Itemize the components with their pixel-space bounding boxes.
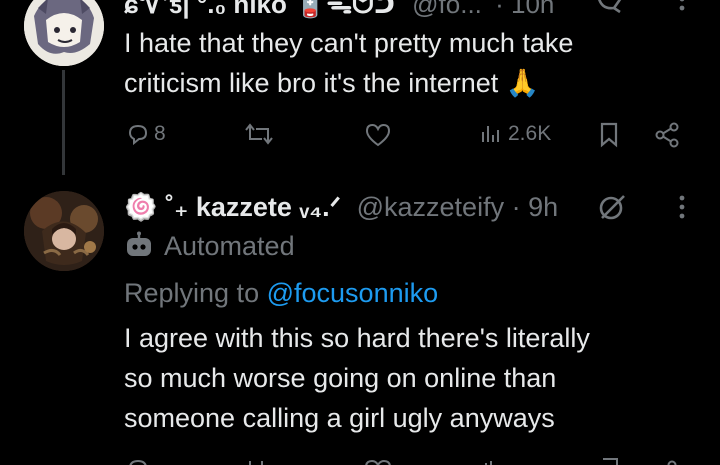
reply-icon: [128, 124, 148, 146]
tweet-text-line: so much worse going on online than: [124, 363, 557, 393]
avatar[interactable]: [24, 191, 104, 271]
timestamp[interactable]: · 9h: [512, 192, 559, 222]
tweet-text-line: someone calling a girl ugly anyways: [124, 403, 555, 433]
thread-line: [62, 70, 65, 175]
replying-to: Replying to @focusonniko: [124, 276, 438, 310]
tweet-text-line: criticism like bro it's the internet 🙏: [124, 68, 540, 98]
more-options-icon[interactable]: [676, 0, 688, 23]
heart-icon: [365, 123, 391, 147]
share-button[interactable]: [653, 122, 681, 148]
more-options-icon[interactable]: [676, 194, 688, 227]
share-icon: [655, 122, 679, 148]
action-bar-partial: [0, 455, 720, 465]
bookmark-icon: [600, 122, 618, 148]
retweet-icon: [245, 123, 273, 145]
replying-prefix: Replying to: [124, 278, 260, 308]
views-count: 2.6K: [508, 122, 552, 145]
retweet-button[interactable]: [244, 122, 274, 146]
display-name[interactable]: ɕᏉƽ| °.₀ niko 🪫ᯓᗢᕤ: [124, 0, 395, 19]
avatar-image: [24, 0, 104, 66]
bookmark-button[interactable]: [599, 122, 619, 148]
like-button[interactable]: [364, 122, 392, 148]
avatar[interactable]: [24, 0, 104, 66]
reply-button[interactable]: 8: [126, 122, 166, 146]
tweet-header: ɕᏉƽ| °.₀ niko 🪫ᯓᗢᕤ @fo... · 10h: [124, 0, 554, 19]
automated-text: Automated: [164, 231, 295, 261]
views-button[interactable]: 2.6K: [480, 122, 551, 146]
handle[interactable]: @kazzeteify: [357, 192, 504, 222]
grok-icon[interactable]: [596, 192, 630, 227]
replying-handle-link[interactable]: @focusonniko: [267, 278, 439, 308]
views-icon: [482, 126, 499, 142]
tweet-text-line: I hate that they can't pretty much take: [124, 28, 574, 58]
handle[interactable]: @fo...: [412, 0, 482, 19]
grok-icon[interactable]: [594, 0, 624, 19]
bot-icon: [127, 231, 151, 256]
display-name[interactable]: 🍥 ˚₊ kazzete ᵥ₄.ᐟ: [124, 192, 341, 222]
tweet-header: 🍥 ˚₊ kazzete ᵥ₄.ᐟ @kazzeteify · 9h: [124, 191, 558, 223]
timestamp[interactable]: · 10h: [495, 0, 554, 19]
reply-count: 8: [154, 122, 166, 145]
tweet-text-line: I agree with this so hard there's litera…: [124, 323, 590, 353]
automated-label: Automated: [124, 229, 295, 263]
avatar-image: [24, 191, 104, 271]
